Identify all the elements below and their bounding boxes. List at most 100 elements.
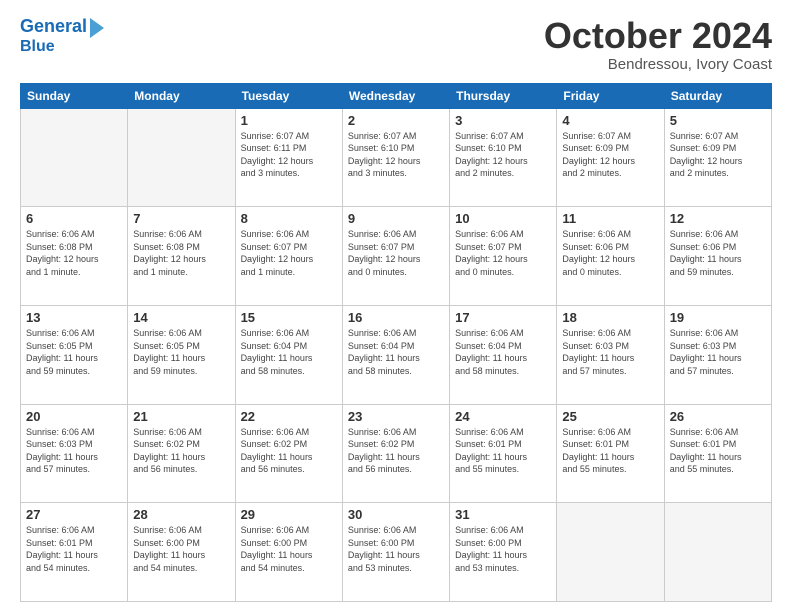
day-number: 12 xyxy=(670,211,766,226)
day-number: 4 xyxy=(562,113,658,128)
weekday-header: Monday xyxy=(128,83,235,108)
calendar-cell: 11 Sunrise: 6:06 AM Sunset: 6:06 PM Dayli… xyxy=(557,207,664,306)
calendar-cell: 20 Sunrise: 6:06 AM Sunset: 6:03 PM Dayli… xyxy=(21,404,128,503)
day-info: Sunrise: 6:07 AM Sunset: 6:11 PM Dayligh… xyxy=(241,130,337,180)
calendar-cell: 9 Sunrise: 6:06 AM Sunset: 6:07 PM Daylig… xyxy=(342,207,449,306)
day-number: 28 xyxy=(133,507,229,522)
day-number: 3 xyxy=(455,113,551,128)
calendar-cell: 22Sunrise: 6:06 AM Sunset: 6:02 PM Dayli… xyxy=(235,404,342,503)
day-number: 23 xyxy=(348,409,444,424)
calendar-table: SundayMondayTuesdayWednesdayThursdayFrid… xyxy=(20,83,772,602)
day-number: 9 xyxy=(348,211,444,226)
day-number: 21 xyxy=(133,409,229,424)
day-number: 30 xyxy=(348,507,444,522)
day-number: 16 xyxy=(348,310,444,325)
day-number: 1 xyxy=(241,113,337,128)
calendar-week-row: 27 Sunrise: 6:06 AM Sunset: 6:01 PM Dayli… xyxy=(21,503,772,602)
day-info: Sunrise: 6:06 AM Sunset: 6:01 PM Dayligh… xyxy=(455,426,551,476)
logo-text: General xyxy=(20,17,87,37)
calendar-cell: 4 Sunrise: 6:07 AM Sunset: 6:09 PM Daylig… xyxy=(557,108,664,207)
weekday-header: Saturday xyxy=(664,83,771,108)
day-number: 5 xyxy=(670,113,766,128)
logo-blue: Blue xyxy=(20,38,55,56)
calendar-week-row: 6 Sunrise: 6:06 AM Sunset: 6:08 PM Daylig… xyxy=(21,207,772,306)
day-number: 15 xyxy=(241,310,337,325)
day-info: Sunrise: 6:06 AM Sunset: 6:03 PM Dayligh… xyxy=(562,327,658,377)
calendar-week-row: 13 Sunrise: 6:06 AM Sunset: 6:05 PM Dayli… xyxy=(21,305,772,404)
calendar-cell: 17Sunrise: 6:06 AM Sunset: 6:04 PM Dayli… xyxy=(450,305,557,404)
day-number: 27 xyxy=(26,507,122,522)
calendar-cell: 6 Sunrise: 6:06 AM Sunset: 6:08 PM Daylig… xyxy=(21,207,128,306)
day-number: 10 xyxy=(455,211,551,226)
day-info: Sunrise: 6:06 AM Sunset: 6:01 PM Dayligh… xyxy=(26,524,122,574)
calendar-cell xyxy=(664,503,771,602)
weekday-header: Thursday xyxy=(450,83,557,108)
calendar-cell: 8 Sunrise: 6:06 AM Sunset: 6:07 PM Daylig… xyxy=(235,207,342,306)
page: General Blue October 2024 Bendressou, Iv… xyxy=(0,0,792,612)
logo: General Blue xyxy=(20,16,104,56)
calendar-cell: 27 Sunrise: 6:06 AM Sunset: 6:01 PM Dayli… xyxy=(21,503,128,602)
calendar-cell: 31 Sunrise: 6:06 AM Sunset: 6:00 PM Dayli… xyxy=(450,503,557,602)
day-number: 20 xyxy=(26,409,122,424)
day-info: Sunrise: 6:06 AM Sunset: 6:06 PM Dayligh… xyxy=(670,228,766,278)
day-info: Sunrise: 6:06 AM Sunset: 6:00 PM Dayligh… xyxy=(133,524,229,574)
calendar-cell: 26Sunrise: 6:06 AM Sunset: 6:01 PM Dayli… xyxy=(664,404,771,503)
day-number: 13 xyxy=(26,310,122,325)
day-number: 25 xyxy=(562,409,658,424)
calendar-week-row: 20 Sunrise: 6:06 AM Sunset: 6:03 PM Dayli… xyxy=(21,404,772,503)
day-info: Sunrise: 6:06 AM Sunset: 6:08 PM Dayligh… xyxy=(133,228,229,278)
calendar-cell: 18Sunrise: 6:06 AM Sunset: 6:03 PM Dayli… xyxy=(557,305,664,404)
day-number: 19 xyxy=(670,310,766,325)
calendar-cell: 21Sunrise: 6:06 AM Sunset: 6:02 PM Dayli… xyxy=(128,404,235,503)
calendar-cell: 5 Sunrise: 6:07 AM Sunset: 6:09 PM Daylig… xyxy=(664,108,771,207)
calendar-cell: 29Sunrise: 6:06 AM Sunset: 6:00 PM Dayli… xyxy=(235,503,342,602)
weekday-header: Wednesday xyxy=(342,83,449,108)
weekday-header: Tuesday xyxy=(235,83,342,108)
calendar-cell: 25 Sunrise: 6:06 AM Sunset: 6:01 PM Dayli… xyxy=(557,404,664,503)
calendar-cell: 16Sunrise: 6:06 AM Sunset: 6:04 PM Dayli… xyxy=(342,305,449,404)
day-info: Sunrise: 6:06 AM Sunset: 6:08 PM Dayligh… xyxy=(26,228,122,278)
day-info: Sunrise: 6:06 AM Sunset: 6:06 PM Dayligh… xyxy=(562,228,658,278)
day-info: Sunrise: 6:06 AM Sunset: 6:02 PM Dayligh… xyxy=(241,426,337,476)
title-area: October 2024 Bendressou, Ivory Coast xyxy=(544,16,772,73)
calendar-cell: 30Sunrise: 6:06 AM Sunset: 6:00 PM Dayli… xyxy=(342,503,449,602)
calendar-cell: 3 Sunrise: 6:07 AM Sunset: 6:10 PM Daylig… xyxy=(450,108,557,207)
calendar-cell: 13 Sunrise: 6:06 AM Sunset: 6:05 PM Dayli… xyxy=(21,305,128,404)
calendar-cell: 24 Sunrise: 6:06 AM Sunset: 6:01 PM Dayli… xyxy=(450,404,557,503)
calendar-cell: 23Sunrise: 6:06 AM Sunset: 6:02 PM Dayli… xyxy=(342,404,449,503)
day-info: Sunrise: 6:06 AM Sunset: 6:05 PM Dayligh… xyxy=(133,327,229,377)
day-info: Sunrise: 6:06 AM Sunset: 6:01 PM Dayligh… xyxy=(562,426,658,476)
calendar-cell: 14Sunrise: 6:06 AM Sunset: 6:05 PM Dayli… xyxy=(128,305,235,404)
day-number: 8 xyxy=(241,211,337,226)
month-title: October 2024 xyxy=(544,16,772,56)
day-number: 11 xyxy=(562,211,658,226)
calendar-cell: 1 Sunrise: 6:07 AM Sunset: 6:11 PM Daylig… xyxy=(235,108,342,207)
day-info: Sunrise: 6:07 AM Sunset: 6:10 PM Dayligh… xyxy=(455,130,551,180)
day-info: Sunrise: 6:06 AM Sunset: 6:07 PM Dayligh… xyxy=(241,228,337,278)
logo-icon xyxy=(90,18,104,38)
day-info: Sunrise: 6:06 AM Sunset: 6:05 PM Dayligh… xyxy=(26,327,122,377)
day-info: Sunrise: 6:07 AM Sunset: 6:09 PM Dayligh… xyxy=(562,130,658,180)
day-number: 6 xyxy=(26,211,122,226)
header: General Blue October 2024 Bendressou, Iv… xyxy=(20,16,772,73)
day-info: Sunrise: 6:06 AM Sunset: 6:00 PM Dayligh… xyxy=(241,524,337,574)
day-info: Sunrise: 6:06 AM Sunset: 6:04 PM Dayligh… xyxy=(455,327,551,377)
weekday-header: Friday xyxy=(557,83,664,108)
day-info: Sunrise: 6:06 AM Sunset: 6:03 PM Dayligh… xyxy=(26,426,122,476)
calendar-week-row: 1 Sunrise: 6:07 AM Sunset: 6:11 PM Daylig… xyxy=(21,108,772,207)
weekday-header: Sunday xyxy=(21,83,128,108)
day-info: Sunrise: 6:07 AM Sunset: 6:09 PM Dayligh… xyxy=(670,130,766,180)
calendar-cell: 10 Sunrise: 6:06 AM Sunset: 6:07 PM Dayli… xyxy=(450,207,557,306)
day-number: 24 xyxy=(455,409,551,424)
day-number: 31 xyxy=(455,507,551,522)
calendar-cell: 15 Sunrise: 6:06 AM Sunset: 6:04 PM Dayli… xyxy=(235,305,342,404)
day-info: Sunrise: 6:06 AM Sunset: 6:00 PM Dayligh… xyxy=(455,524,551,574)
day-info: Sunrise: 6:06 AM Sunset: 6:07 PM Dayligh… xyxy=(455,228,551,278)
calendar-cell xyxy=(557,503,664,602)
day-number: 7 xyxy=(133,211,229,226)
calendar-cell: 12 Sunrise: 6:06 AM Sunset: 6:06 PM Dayli… xyxy=(664,207,771,306)
day-info: Sunrise: 6:06 AM Sunset: 6:07 PM Dayligh… xyxy=(348,228,444,278)
day-info: Sunrise: 6:06 AM Sunset: 6:04 PM Dayligh… xyxy=(241,327,337,377)
day-info: Sunrise: 6:06 AM Sunset: 6:01 PM Dayligh… xyxy=(670,426,766,476)
calendar-cell: 2Sunrise: 6:07 AM Sunset: 6:10 PM Daylig… xyxy=(342,108,449,207)
